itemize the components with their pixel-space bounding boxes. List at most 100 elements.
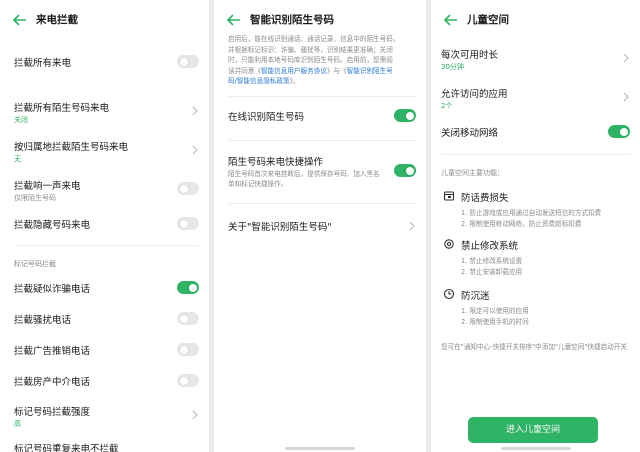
header: 来电拦截 bbox=[0, 10, 209, 30]
section-label: 标记号码拦截 bbox=[14, 260, 56, 268]
row-value: 关闭 bbox=[14, 116, 28, 124]
feature-title: 防沉迷 bbox=[461, 291, 490, 302]
row-value: 高 bbox=[14, 420, 21, 428]
block-harassment-toggle[interactable] bbox=[177, 312, 199, 325]
intro-text: 启用后，能在线识别通话、通话记录、信息中的陌生号码， 并根据标记标识：诈骗、骚扰… bbox=[228, 34, 416, 87]
quick-action-toggle[interactable] bbox=[394, 164, 416, 177]
feature-line: 2. 限制使用移动网络，防止资费超标扣费 bbox=[461, 220, 582, 228]
divider bbox=[14, 245, 199, 246]
page-title: 儿童空间 bbox=[467, 14, 509, 26]
repeat-call-no-block-row[interactable]: 标记号码重复来电不拦截 bbox=[0, 441, 209, 452]
coin-card-icon bbox=[443, 191, 455, 201]
block-one-ring-toggle[interactable] bbox=[177, 182, 199, 195]
mobile-network-toggle[interactable] bbox=[608, 125, 630, 138]
about-row[interactable]: 关于"智能识别陌生号码" bbox=[214, 219, 426, 233]
block-all-calls-toggle[interactable] bbox=[177, 55, 199, 68]
row-label: 标记号码拦截强度 bbox=[14, 407, 91, 418]
feature-line: 1. 限定可以使用的应用 bbox=[461, 307, 529, 315]
block-all-calls-row[interactable]: 拦截所有来电 bbox=[0, 55, 209, 69]
page-title: 智能识别陌生号码 bbox=[250, 14, 334, 26]
row-label: 拦截所有来电 bbox=[14, 58, 72, 69]
home-indicator bbox=[285, 447, 355, 450]
block-hidden-number-row[interactable]: 拦截隐藏号码来电 bbox=[0, 217, 209, 231]
chevron-right-icon bbox=[409, 221, 415, 231]
row-label: 每次可用时长 bbox=[441, 50, 499, 61]
block-strength-row[interactable]: 标记号码拦截强度 高 bbox=[0, 404, 209, 430]
online-identify-row[interactable]: 在线识别陌生号码 bbox=[214, 109, 426, 123]
row-label: 拦截隐藏号码来电 bbox=[14, 220, 91, 231]
enter-kids-space-button[interactable]: 进入儿童空间 bbox=[468, 417, 598, 443]
divider bbox=[228, 140, 416, 141]
intro-text-part: 》。 bbox=[289, 77, 300, 85]
back-arrow-icon[interactable] bbox=[443, 10, 459, 30]
smart-identify-screen: 智能识别陌生号码 启用后，能在线识别通话、通话记录、信息中的陌生号码， 并根据标… bbox=[214, 0, 426, 452]
header: 儿童空间 bbox=[431, 10, 640, 30]
intro-line: 启用后，能在线识别通话、通话记录、信息中的陌生号码， bbox=[228, 35, 400, 43]
block-fraud-toggle[interactable] bbox=[177, 281, 199, 294]
back-arrow-icon[interactable] bbox=[12, 10, 28, 30]
block-fraud-row[interactable]: 拦截疑似诈骗电话 bbox=[0, 281, 209, 295]
header: 智能识别陌生号码 bbox=[214, 10, 426, 30]
block-realestate-toggle[interactable] bbox=[177, 374, 199, 387]
row-label: 允许访问的应用 bbox=[441, 89, 508, 100]
chevron-right-icon bbox=[623, 92, 629, 102]
row-label: 拦截所有陌生号码来电 bbox=[14, 103, 110, 114]
feature-line: 2. 禁止安装卸载应用 bbox=[461, 268, 523, 276]
row-value: 2个 bbox=[441, 102, 453, 110]
block-one-ring-row[interactable]: 拦截响一声来电 仅限陌生号码 bbox=[0, 178, 209, 204]
clock-icon bbox=[443, 288, 455, 300]
block-ads-toggle[interactable] bbox=[177, 343, 199, 356]
mobile-network-row[interactable]: 关闭移动网络 bbox=[431, 125, 640, 139]
feature-title: 防话费损失 bbox=[461, 193, 509, 204]
chevron-right-icon bbox=[192, 145, 198, 155]
shortcut-note: 您可在"通知中心-快捷开关排序"中添加"儿童空间"快捷启动开关 bbox=[441, 343, 627, 351]
intro-line: 读并同意《智能信息用户服务协议》与《智能识别陌生号 bbox=[228, 66, 416, 77]
feature-line: 1. 禁止修改系统设置 bbox=[461, 257, 523, 265]
feature-line: 1. 防止游戏或应用通过自动发送短信的方式扣费 bbox=[461, 209, 602, 217]
row-label: 关闭移动网络 bbox=[441, 128, 499, 139]
block-ads-row[interactable]: 拦截广告推销电话 bbox=[0, 343, 209, 357]
row-label: 拦截响一声来电 bbox=[14, 181, 81, 192]
row-value: 30分钟 bbox=[441, 63, 464, 71]
kids-space-screen: 儿童空间 每次可用时长 30分钟 允许访问的应用 2个 关闭移动网络 儿童空间主… bbox=[431, 0, 640, 452]
row-description: 陌生号码首次来电挂断后，提供保存号码、加入黑名单和标记快捷操作。 bbox=[228, 170, 380, 188]
back-arrow-icon[interactable] bbox=[226, 10, 242, 30]
intro-line: 并根据标记标识：诈骗、骚扰等，识别结果更准确；关闭 bbox=[228, 45, 393, 54]
row-label: 拦截骚扰电话 bbox=[14, 315, 72, 326]
intro-text-part: 》与《 bbox=[326, 66, 347, 75]
row-label: 拦截广告推销电话 bbox=[14, 346, 91, 357]
online-identify-toggle[interactable] bbox=[394, 109, 416, 122]
block-hidden-number-toggle[interactable] bbox=[177, 217, 199, 230]
row-label: 关于"智能识别陌生号码" bbox=[228, 222, 332, 233]
features-heading: 儿童空间主要功能： bbox=[441, 169, 504, 177]
service-agreement-link[interactable]: 智能信息用户服务协议 bbox=[261, 67, 327, 75]
privacy-policy-link-cont[interactable]: 码/智能信息隐私政策 bbox=[228, 77, 290, 85]
block-unknown-calls-row[interactable]: 拦截所有陌生号码来电 关闭 bbox=[0, 100, 209, 126]
chevron-right-icon bbox=[192, 410, 198, 420]
divider bbox=[228, 203, 416, 204]
allowed-apps-row[interactable]: 允许访问的应用 2个 bbox=[431, 86, 640, 112]
feature-title: 禁止修改系统 bbox=[461, 241, 519, 252]
row-label: 按归属地拦截陌生号码来电 bbox=[14, 142, 129, 153]
row-label: 拦截疑似诈骗电话 bbox=[14, 284, 91, 295]
privacy-policy-link[interactable]: 智能识别陌生号 bbox=[347, 67, 393, 75]
intro-text-part: 读并同意《 bbox=[228, 66, 261, 75]
row-label: 拦截房产中介电话 bbox=[14, 377, 91, 388]
call-blocking-screen: 来电拦截 拦截所有来电 拦截所有陌生号码来电 关闭 按归属地拦截陌生号码来电 无… bbox=[0, 0, 209, 452]
duration-row[interactable]: 每次可用时长 30分钟 bbox=[431, 47, 640, 73]
block-by-region-row[interactable]: 按归属地拦截陌生号码来电 无 bbox=[0, 139, 209, 165]
chevron-right-icon bbox=[623, 53, 629, 63]
block-realestate-row[interactable]: 拦截房产中介电话 bbox=[0, 374, 209, 388]
block-harassment-row[interactable]: 拦截骚扰电话 bbox=[0, 312, 209, 326]
gear-icon bbox=[444, 239, 454, 249]
row-label: 陌生号码来电快捷操作 bbox=[228, 157, 324, 168]
chevron-right-icon bbox=[192, 106, 198, 116]
divider bbox=[228, 96, 416, 97]
row-label: 标记号码重复来电不拦截 bbox=[14, 444, 119, 452]
row-label: 在线识别陌生号码 bbox=[228, 112, 305, 123]
home-indicator bbox=[500, 447, 571, 450]
divider bbox=[441, 154, 630, 155]
intro-line: 时，只能利用本地号码库识别陌生号码。启用前，您需阅 bbox=[228, 56, 393, 64]
row-sub: 仅限陌生号码 bbox=[14, 194, 56, 202]
quick-action-row[interactable]: 陌生号码来电快捷操作 陌生号码首次来电挂断后，提供保存号码、加入黑名单和标记快捷… bbox=[214, 154, 426, 190]
